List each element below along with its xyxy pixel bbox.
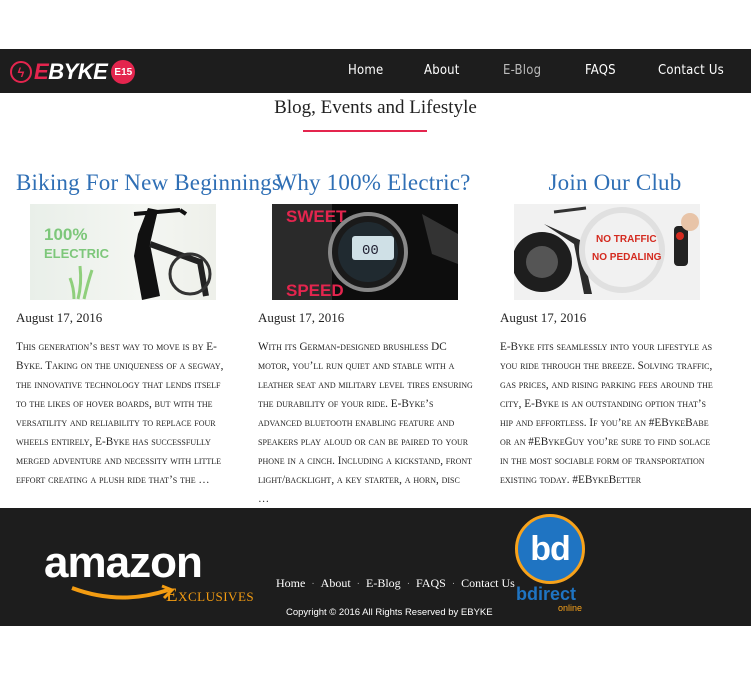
blog-post-card: Join Our Club NO TRAFFIC NO PEDALING Aug… [500,170,730,490]
nav-eblog[interactable]: E-Blog [503,63,541,78]
bdirect-name: bdirect [516,584,577,604]
post-title[interactable]: Biking For New Beginnings [16,170,281,196]
nav-separator: · [406,578,411,589]
nav-faqs[interactable]: FAQS [585,63,616,78]
post-title[interactable]: Join Our Club [500,170,730,196]
post-image[interactable]: SWEET SPEED 00 [272,204,458,300]
post-image[interactable]: NO TRAFFIC NO PEDALING [514,204,700,300]
post-title[interactable]: Why 100% Electric? [258,170,488,196]
footer-nav-contact-us[interactable]: Contact Us [461,576,515,591]
bdirect-logo[interactable]: bd [515,514,585,584]
ebike-photo [68,208,212,300]
nav-about[interactable]: About [424,63,460,78]
nav-contact-us[interactable]: Contact Us [658,63,724,78]
logo-byke: BYKE [48,59,108,84]
amazon-logo[interactable]: amazon [44,538,203,588]
post-date: August 17, 2016 [258,310,345,325]
nav-separator: · [311,578,315,589]
footer-nav-faqs[interactable]: FAQS [416,576,446,591]
footer-nav: Home · About · E-Blog · FAQS · Contact U… [276,576,515,591]
footer-nav-eblog[interactable]: E-Blog [366,576,401,591]
post-date: August 17, 2016 [500,310,587,325]
title-divider [303,130,427,132]
post-date: August 17, 2016 [16,310,103,325]
club-photo: NO TRAFFIC NO PEDALING [514,204,700,300]
amazon-smile-icon [71,584,175,600]
footer-nav-home[interactable]: Home [276,576,305,591]
post-image[interactable]: 100% ELECTRIC [30,204,216,300]
nav-home[interactable]: Home [348,63,383,78]
nav-separator: · [356,578,361,589]
logo-wordmark: EBYKE [34,59,108,85]
image-display: 00 [362,243,379,259]
blog-post-card: Why 100% Electric? SWEET SPEED 00 August… [258,170,488,509]
image-text-1: NO TRAFFIC [596,234,657,245]
post-excerpt: This generation’s best way to move is by… [16,341,224,486]
copyright-text: Copyright © 2016 All Rights Reserved by … [286,607,493,618]
image-text-2: NO PEDALING [592,252,662,263]
post-excerpt: With its German-designed brushless DC mo… [258,341,473,505]
logo-e: E [34,59,49,84]
lightning-icon: ϟ [10,61,32,83]
image-text-bottom: SPEED [286,281,344,300]
blog-post-card: Biking For New Beginnings 100% ELECTRIC … [16,170,281,490]
image-text-top: SWEET [286,207,347,226]
amazon-exclusives-label: Exclusives [166,585,255,606]
post-excerpt: E-Byke fits seamlessly into your lifesty… [500,341,713,486]
ebyke-logo[interactable]: ϟ EBYKE E15 [10,59,136,85]
top-navbar: ϟ EBYKE E15 Home About E-Blog FAQS Conta… [0,49,751,93]
speedometer-photo: SWEET SPEED 00 [272,204,458,300]
bdirect-mark: bd [530,529,571,568]
footer-nav-about[interactable]: About [321,576,351,591]
logo-badge: E15 [111,60,136,84]
bdirect-sub: online [558,603,583,613]
nav-separator: · [451,578,456,589]
site-footer: amazon Exclusives Home · About · E-Blog … [0,508,751,626]
page-title: Blog, Events and Lifestyle [274,97,477,118]
